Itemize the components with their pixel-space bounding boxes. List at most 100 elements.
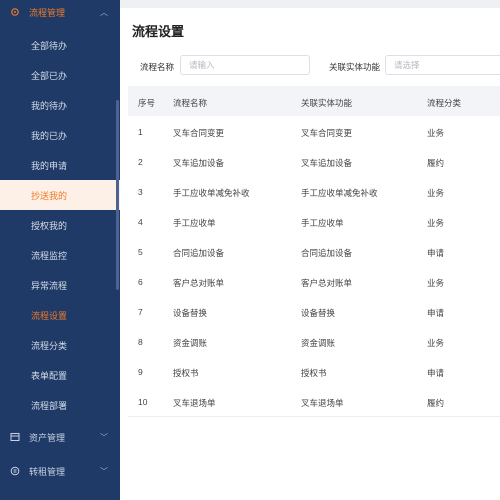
cell-entity: 叉车合同变更 xyxy=(301,128,353,138)
table-row[interactable]: 10 叉车退场单 叉车退场单 履约 xyxy=(128,386,500,417)
sublease-icon xyxy=(10,466,20,476)
top-strip xyxy=(120,0,500,8)
cell-index: 7 xyxy=(138,307,143,317)
cell-category: 业务 xyxy=(427,278,445,288)
sidebar-item-my-requests[interactable]: 我的申请 xyxy=(0,150,120,180)
process-name-input[interactable]: 请输入 xyxy=(180,55,310,75)
cell-entity: 授权书 xyxy=(301,368,327,378)
table-row[interactable]: 4 手工应收单 手工应收单 业务 xyxy=(128,206,500,237)
sidebar-scrollbar[interactable] xyxy=(116,100,119,290)
cell-process-name: 合同追加设备 xyxy=(173,248,225,258)
sidebar-item-my-done[interactable]: 我的已办 xyxy=(0,120,120,150)
sidebar-group-label: 转租管理 xyxy=(29,466,66,477)
cell-category: 履约 xyxy=(427,158,445,168)
sidebar-item-label: 全部已办 xyxy=(31,70,68,81)
sidebar-item-label: 流程设置 xyxy=(31,310,68,321)
cell-index: 8 xyxy=(138,337,143,347)
header-index: 序号 xyxy=(138,98,156,108)
sidebar-item-label: 全部待办 xyxy=(31,40,68,51)
cell-index: 2 xyxy=(138,157,143,167)
sidebar-item-label: 授权我的 xyxy=(31,220,68,231)
cell-index: 5 xyxy=(138,247,143,257)
cell-process-name: 资金调账 xyxy=(173,338,208,348)
sidebar-group-label: 流程管理 xyxy=(29,7,66,18)
table-row[interactable]: 6 客户总对账单 客户总对账单 业务 xyxy=(128,266,500,297)
table-row[interactable]: 7 设备替换 设备替换 申请 xyxy=(128,296,500,327)
cell-index: 1 xyxy=(138,127,143,137)
cell-index: 10 xyxy=(138,397,148,407)
sidebar-item-label: 我的申请 xyxy=(31,160,68,171)
cell-entity: 客户总对账单 xyxy=(301,278,353,288)
sidebar-item-form-config[interactable]: 表单配置 xyxy=(0,360,120,390)
sidebar-group-process[interactable]: 流程管理 ︿ xyxy=(0,0,120,27)
sidebar-item-process-settings[interactable]: 流程设置 xyxy=(0,300,120,330)
cell-entity: 设备替换 xyxy=(301,308,336,318)
sidebar-item-monitor[interactable]: 流程监控 xyxy=(0,240,120,270)
sidebar-item-my-todo[interactable]: 我的待办 xyxy=(0,90,120,120)
sidebar-item-label: 我的已办 xyxy=(31,130,68,141)
entity-label: 关联实体功能 xyxy=(329,62,381,72)
sidebar-item-label: 我的待办 xyxy=(31,100,68,111)
entity-select[interactable]: 请选择 xyxy=(385,55,500,75)
cell-index: 4 xyxy=(138,217,143,227)
cell-category: 申请 xyxy=(427,308,445,318)
page-title: 流程设置 xyxy=(132,24,185,39)
cell-process-name: 客户总对账单 xyxy=(173,278,225,288)
sidebar-item-exceptions[interactable]: 异常流程 xyxy=(0,270,120,300)
table-row[interactable]: 1 叉车合同变更 叉车合同变更 业务 xyxy=(128,116,500,147)
table-row[interactable]: 2 叉车追加设备 叉车追加设备 履约 xyxy=(128,146,500,177)
sidebar-item-deploy[interactable]: 流程部署 xyxy=(0,390,120,420)
sidebar-group-sublease[interactable]: 转租管理 ﹀ xyxy=(0,456,120,486)
sidebar-item-label: 表单配置 xyxy=(31,370,68,381)
sidebar-item-all-todo[interactable]: 全部待办 xyxy=(0,30,120,60)
cell-index: 6 xyxy=(138,277,143,287)
sidebar-item-cc-me[interactable]: 抄送我的 xyxy=(0,180,120,210)
chevron-down-icon: ﹀ xyxy=(100,432,108,442)
header-process-name: 流程名称 xyxy=(173,98,208,108)
sidebar-item-delegated[interactable]: 授权我的 xyxy=(0,210,120,240)
sidebar-item-all-done[interactable]: 全部已办 xyxy=(0,60,120,90)
sidebar-item-label: 流程部署 xyxy=(31,400,68,411)
sidebar-item-label: 异常流程 xyxy=(31,280,68,291)
cell-index: 3 xyxy=(138,187,143,197)
cell-category: 业务 xyxy=(427,218,445,228)
cell-process-name: 叉车合同变更 xyxy=(173,128,225,138)
cell-entity: 手工应收单 xyxy=(301,218,344,228)
table-header: 序号 流程名称 关联实体功能 流程分类 xyxy=(128,86,500,116)
asset-icon xyxy=(10,433,20,441)
cell-category: 申请 xyxy=(427,368,445,378)
gear-icon xyxy=(11,8,19,16)
process-name-label: 流程名称 xyxy=(140,62,175,72)
cell-entity: 叉车追加设备 xyxy=(301,158,353,168)
cell-category: 申请 xyxy=(427,248,445,258)
cell-process-name: 叉车退场单 xyxy=(173,398,216,408)
cell-entity: 叉车退场单 xyxy=(301,398,344,408)
sidebar-item-label: 流程监控 xyxy=(31,250,68,261)
chevron-down-icon: ﹀ xyxy=(100,466,108,476)
cell-process-name: 授权书 xyxy=(173,368,199,378)
cell-process-name: 叉车追加设备 xyxy=(173,158,225,168)
table-row[interactable]: 8 资金调账 资金调账 业务 xyxy=(128,326,500,357)
sidebar-group-label: 资产管理 xyxy=(29,432,66,443)
sidebar: 流程管理 ︿ 全部待办 全部已办 我的待办 我的已办 我的申请 抄送我的 授权我… xyxy=(0,0,120,500)
cell-category: 履约 xyxy=(427,398,445,408)
sidebar-item-categories[interactable]: 流程分类 xyxy=(0,330,120,360)
chevron-up-icon: ︿ xyxy=(100,7,108,17)
table-row[interactable]: 3 手工应收单减免补收 手工应收单减免补收 业务 xyxy=(128,176,500,207)
table-row[interactable]: 9 授权书 授权书 申请 xyxy=(128,356,500,387)
cell-category: 业务 xyxy=(427,188,445,198)
header-entity: 关联实体功能 xyxy=(301,98,353,108)
cell-process-name: 设备替换 xyxy=(173,308,208,318)
cell-process-name: 手工应收单 xyxy=(173,218,216,228)
cell-category: 业务 xyxy=(427,128,445,138)
table-row[interactable]: 5 合同追加设备 合同追加设备 申请 xyxy=(128,236,500,267)
sidebar-item-label: 流程分类 xyxy=(31,340,68,351)
cell-entity: 资金调账 xyxy=(301,338,336,348)
sidebar-group-assets[interactable]: 资产管理 ﹀ xyxy=(0,422,120,452)
sidebar-item-label: 抄送我的 xyxy=(31,190,68,201)
cell-entity: 合同追加设备 xyxy=(301,248,353,258)
cell-category: 业务 xyxy=(427,338,445,348)
main-content: 流程设置 流程名称 请输入 关联实体功能 请选择 序号 流程名称 关联实体功能 … xyxy=(120,0,500,500)
header-category: 流程分类 xyxy=(427,98,462,108)
cell-index: 9 xyxy=(138,367,143,377)
